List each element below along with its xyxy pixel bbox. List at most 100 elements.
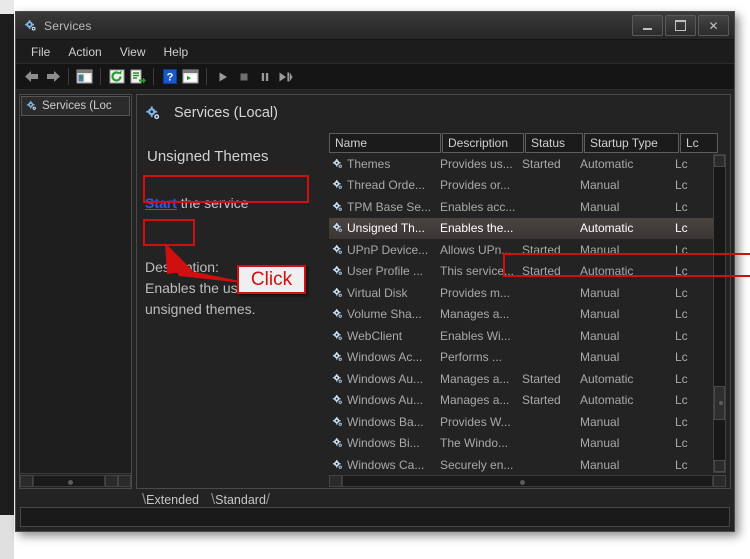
window-titlebar[interactable]: Services ✕ [16, 12, 734, 40]
cell-logon-as: Lc [675, 242, 688, 257]
table-row[interactable]: Volume Sha... Manages a... Manual Lc [329, 304, 726, 326]
start-service-icon[interactable] [212, 67, 233, 86]
table-row[interactable]: Windows Ca... Securely en... Manual Lc [329, 454, 726, 476]
window-body: Services (Loc Services (Local) Unsigned … [16, 90, 750, 489]
list-hscroll-track[interactable] [342, 475, 713, 487]
cell-name: WebClient [347, 328, 403, 343]
tree-scroll-thumb[interactable] [67, 480, 73, 485]
list-vertical-scrollbar[interactable] [713, 154, 726, 473]
start-service-link[interactable]: Start [145, 195, 177, 211]
forward-icon[interactable] [42, 67, 63, 86]
list-hscroll-thumb[interactable] [520, 480, 526, 485]
tree-scroll-track[interactable] [33, 475, 105, 487]
detail-pane-title: Services (Local) [174, 105, 278, 121]
minimize-button[interactable] [632, 15, 663, 36]
service-gear-icon [329, 244, 345, 256]
stop-service-icon[interactable] [233, 67, 254, 86]
window-title: Services [44, 18, 92, 33]
table-row[interactable]: Thread Orde... Provides or... Manual Lc [329, 175, 726, 197]
table-row[interactable]: TPM Base Se... Enables acc... Manual Lc [329, 196, 726, 218]
menubar: File Action View Help [16, 40, 734, 64]
tree-items-area[interactable] [20, 117, 131, 473]
service-info-column: Unsigned Themes Start the service Descri… [137, 133, 325, 488]
table-row[interactable]: User Profile ... This service... Started Au… [329, 261, 726, 283]
table-row[interactable]: Windows Au... Manages a... Started Automati… [329, 390, 726, 412]
service-gear-icon [329, 265, 345, 277]
table-row[interactable]: Windows Ac... Performs ... Manual Lc [329, 347, 726, 369]
table-row[interactable]: Windows Bi... The Windo... Manual Lc [329, 433, 726, 455]
tree-horizontal-scrollbar[interactable] [20, 473, 131, 488]
column-header-name[interactable]: Name [329, 133, 441, 153]
cell-description: Manages a... [440, 371, 510, 386]
back-icon[interactable] [21, 67, 42, 86]
cell-startup-type: Manual [580, 414, 620, 429]
cell-status: Started [522, 371, 561, 386]
cell-logon-as: Lc [675, 393, 688, 408]
cell-name: TPM Base Se... [347, 199, 432, 214]
tab-standard-label: Standard [215, 493, 266, 507]
cell-name: Windows Ca... [347, 457, 425, 472]
tree-scroll-right-button[interactable] [118, 475, 131, 487]
service-gear-icon [329, 459, 345, 471]
cell-name: Virtual Disk [347, 285, 408, 300]
table-row[interactable]: WebClient Enables Wi... Manual Lc [329, 325, 726, 347]
table-row[interactable]: Windows Ba... Provides W... Manual Lc [329, 411, 726, 433]
service-gear-icon [329, 351, 345, 363]
cell-name: User Profile ... [347, 264, 424, 279]
list-scroll-left-button[interactable] [329, 475, 342, 487]
menu-help[interactable]: Help [155, 43, 198, 61]
tree-root-item[interactable]: Services (Loc [21, 96, 130, 116]
tree-scroll-spacer [105, 475, 118, 487]
cell-name: Volume Sha... [347, 307, 422, 322]
detail-content: Unsigned Themes Start the service Descri… [137, 133, 750, 488]
refresh-icon[interactable] [106, 67, 127, 86]
cell-name: UPnP Device... [347, 242, 429, 257]
cell-logon-as: Lc [675, 156, 688, 171]
services-list-header: Name Description Status Startup Type Lc [329, 133, 726, 153]
cell-startup-type: Automatic [580, 156, 634, 171]
cell-startup-type: Automatic [580, 221, 634, 236]
restart-service-icon[interactable] [275, 67, 296, 86]
desktop-left-strip [0, 0, 14, 559]
menu-file[interactable]: File [22, 43, 59, 61]
list-scroll-up-button[interactable] [714, 155, 725, 167]
show-hide-console-tree-icon[interactable] [74, 67, 95, 86]
help-icon[interactable]: ? [159, 67, 180, 86]
click-callout: Click [237, 265, 306, 294]
cell-startup-type: Automatic [580, 393, 634, 408]
export-list-icon[interactable] [127, 67, 148, 86]
tree-scroll-left-button[interactable] [20, 475, 33, 487]
pause-service-icon[interactable] [254, 67, 275, 86]
table-row[interactable]: Unsigned Th... Enables the... Automatic Lc [329, 217, 726, 239]
table-row[interactable]: Themes Provides us... Started Automatic Lc [329, 153, 726, 175]
close-button[interactable]: ✕ [698, 15, 729, 36]
properties-icon[interactable] [180, 67, 201, 86]
desktop-corner [0, 0, 14, 14]
menu-action[interactable]: Action [59, 43, 110, 61]
table-row[interactable]: UPnP Device... Allows UPn... Started Manual… [329, 239, 726, 261]
list-scroll-thumb[interactable] [714, 386, 725, 420]
table-row[interactable]: Windows Au... Manages a... Started Automati… [329, 368, 726, 390]
column-header-description[interactable]: Description [442, 133, 524, 153]
cell-description: Allows UPn... [440, 242, 512, 257]
cell-name: Thread Orde... [347, 178, 426, 193]
column-header-status[interactable]: Status [525, 133, 583, 153]
cell-startup-type: Automatic [580, 371, 634, 386]
services-list-rows[interactable]: Themes Provides us... Started Automatic Lc Th… [329, 153, 726, 488]
column-header-startup-type[interactable]: Startup Type [584, 133, 679, 153]
list-horizontal-scrollbar[interactable] [329, 474, 726, 488]
list-scroll-down-button[interactable] [714, 460, 725, 472]
cell-name: Unsigned Th... [347, 221, 425, 236]
cell-description: Provides m... [440, 285, 511, 300]
cell-name: Windows Bi... [347, 436, 420, 451]
column-header-logon-as[interactable]: Lc [680, 133, 718, 153]
service-gear-icon [329, 158, 345, 170]
maximize-button[interactable] [665, 15, 696, 36]
list-scroll-right-button[interactable] [713, 475, 726, 487]
table-row[interactable]: Virtual Disk Provides m... Manual Lc [329, 282, 726, 304]
menu-view[interactable]: View [111, 43, 155, 61]
service-gear-icon [329, 330, 345, 342]
cell-logon-as: Lc [675, 457, 688, 472]
toolbar-separator [153, 68, 154, 85]
selected-service-name: Unsigned Themes [147, 148, 269, 165]
